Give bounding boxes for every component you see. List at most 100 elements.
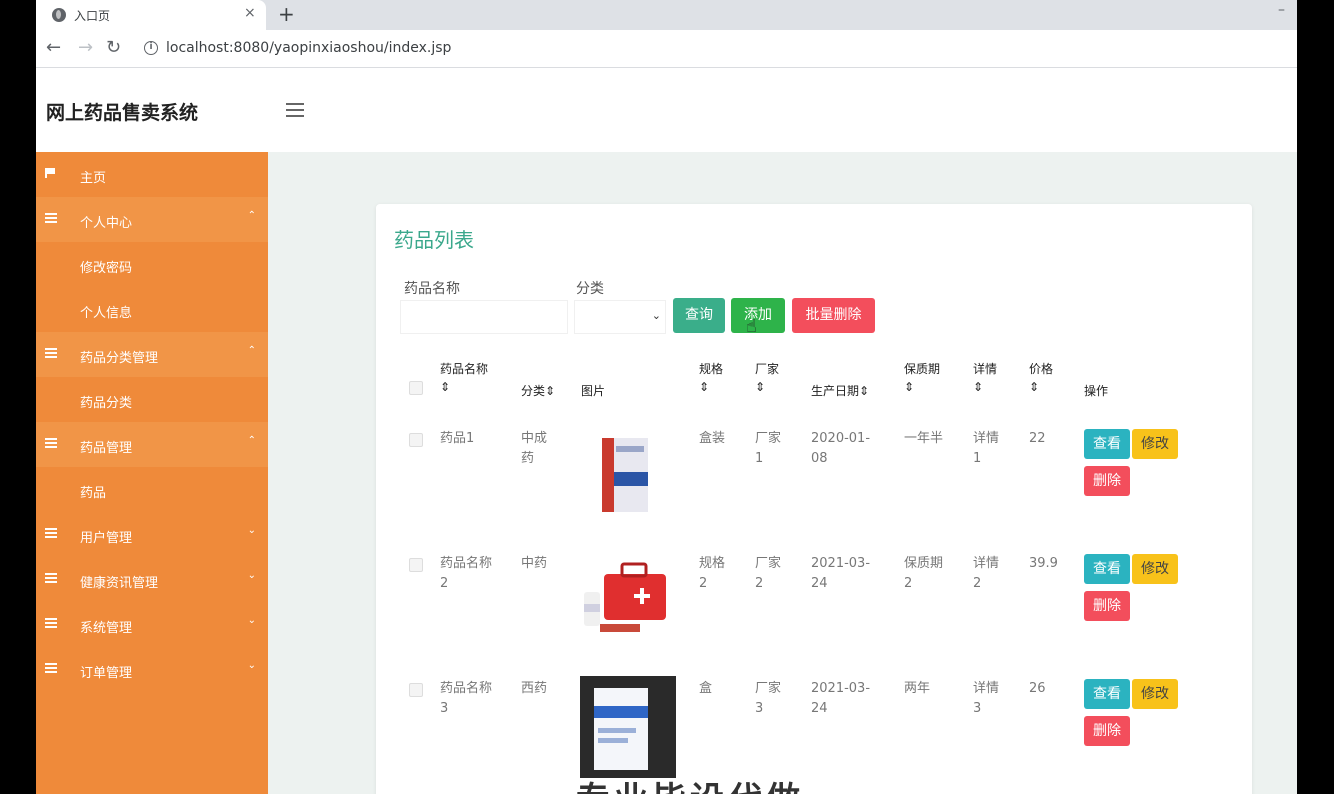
sidebar-item-home[interactable]: 主页 <box>36 152 268 197</box>
back-icon[interactable]: ← <box>46 37 61 58</box>
cell-spec: 盒装 <box>699 431 726 446</box>
sidebar-item-label: 药品管理 <box>80 441 133 456</box>
sidebar-item-label: 健康资讯管理 <box>80 576 159 591</box>
tab-bar: 入口页 × + – <box>36 0 1297 30</box>
first-aid-kit-image <box>584 562 666 632</box>
address-bar: ← → ↻ i localhost:8080/yaopinxiaoshou/in… <box>36 30 1297 68</box>
header-label: 药品名称 <box>440 362 489 376</box>
sidebar-item-label: 主页 <box>80 171 107 186</box>
category-select[interactable]: ⌄ <box>574 300 666 334</box>
name-filter-label: 药品名称 <box>404 281 460 297</box>
menu-toggle-icon[interactable] <box>286 103 304 117</box>
sort-icon: ⇕ <box>973 380 984 394</box>
sidebar-item-medicine[interactable]: 药品 <box>36 467 268 512</box>
header-label: 生产日期 <box>811 384 860 398</box>
sort-icon: ⇕ <box>904 380 915 394</box>
cell-detail: 详情1 <box>973 431 1000 466</box>
watermark-text: 专业毕设代做 <box>576 772 804 794</box>
cell-date: 2021-03-24 <box>811 556 871 591</box>
row-checkbox[interactable] <box>409 558 423 572</box>
list-icon <box>45 573 57 583</box>
pointer-cursor-icon: ☝ <box>746 316 757 337</box>
cell-name: 药品1 <box>440 431 475 446</box>
forward-icon[interactable]: → <box>78 37 93 58</box>
medicine-list-card: 药品列表 药品名称 分类 ⌄ 查询 添加 批量删除 ☝ 药品名称 ⇕ 分类⇕ 图片… <box>376 204 1252 794</box>
delete-button[interactable]: 删除 <box>1084 466 1130 496</box>
column-header-image: 图片 <box>581 384 606 398</box>
cell-shelf: 一年半 <box>904 431 944 446</box>
column-header-price[interactable]: 价格 ⇕ <box>1029 360 1053 396</box>
column-header-spec[interactable]: 规格 ⇕ <box>699 360 723 396</box>
edit-button[interactable]: 修改 <box>1132 429 1178 459</box>
cell-category: 西药 <box>521 681 548 696</box>
cell-price: 22 <box>1029 431 1046 446</box>
query-button[interactable]: 查询 <box>673 298 725 333</box>
url-field[interactable]: localhost:8080/yaopinxiaoshou/index.jsp <box>166 40 451 56</box>
chevron-up-icon: ⌃ <box>247 345 256 356</box>
column-header-name[interactable]: 药品名称 ⇕ <box>440 360 488 396</box>
cell-maker: 厂家1 <box>755 431 782 466</box>
site-info-icon[interactable]: i <box>144 41 158 55</box>
view-button[interactable]: 查看 <box>1084 554 1130 584</box>
sidebar-item-label: 个人中心 <box>80 216 133 231</box>
list-icon <box>45 213 57 223</box>
delete-button[interactable]: 删除 <box>1084 591 1130 621</box>
app-header: 网上药品售卖系统 <box>36 68 1297 152</box>
sidebar-item-change-password[interactable]: 修改密码 <box>36 242 268 287</box>
cell-shelf: 两年 <box>904 681 931 696</box>
sidebar-item-label: 用户管理 <box>80 531 133 546</box>
reload-icon[interactable]: ↻ <box>106 37 121 58</box>
medicine-box-image <box>602 438 648 512</box>
chevron-down-icon: ⌄ <box>247 660 256 671</box>
sidebar-item-user-management[interactable]: 用户管理 ⌄ <box>36 512 268 557</box>
sidebar-item-label: 个人信息 <box>80 306 133 321</box>
sidebar-item-category-management[interactable]: 药品分类管理 ⌃ <box>36 332 268 377</box>
header-label: 厂家 <box>755 362 780 376</box>
cell-price: 26 <box>1029 681 1046 696</box>
sidebar-item-personal-center[interactable]: 个人中心 ⌃ <box>36 197 268 242</box>
view-button[interactable]: 查看 <box>1084 429 1130 459</box>
edit-button[interactable]: 修改 <box>1132 679 1178 709</box>
column-header-detail[interactable]: 详情 ⇕ <box>973 360 997 396</box>
column-header-ops: 操作 <box>1084 384 1109 398</box>
column-header-shelf[interactable]: 保质期 ⇕ <box>904 360 940 396</box>
delete-button[interactable]: 删除 <box>1084 716 1130 746</box>
minimize-icon[interactable]: – <box>1278 2 1285 18</box>
new-tab-icon[interactable]: + <box>278 2 295 26</box>
sort-icon: ⇕ <box>1029 380 1040 394</box>
globe-icon <box>52 8 66 22</box>
sidebar-item-order-management[interactable]: 订单管理 ⌄ <box>36 647 268 692</box>
sidebar-item-medicine-management[interactable]: 药品管理 ⌃ <box>36 422 268 467</box>
browser-window: 入口页 × + – ← → ↻ i localhost:8080/yaopinx… <box>36 0 1297 794</box>
chevron-up-icon: ⌃ <box>247 210 256 221</box>
sidebar-item-category[interactable]: 药品分类 <box>36 377 268 422</box>
select-all-checkbox[interactable] <box>409 381 423 395</box>
batch-delete-button[interactable]: 批量删除 <box>792 298 875 333</box>
cell-detail: 详情2 <box>973 556 1000 591</box>
cell-name: 药品名称2 <box>440 556 493 591</box>
name-filter-input[interactable] <box>400 300 568 334</box>
view-button[interactable]: 查看 <box>1084 679 1130 709</box>
column-header-date[interactable]: 生产日期⇕ <box>811 382 869 400</box>
cell-name: 药品名称3 <box>440 681 493 716</box>
browser-tab[interactable]: 入口页 × <box>36 0 266 30</box>
header-label: 价格 <box>1029 362 1054 376</box>
sidebar-item-profile[interactable]: 个人信息 <box>36 287 268 332</box>
cell-shelf: 保质期2 <box>904 556 944 591</box>
cell-category: 中成药 <box>521 431 548 466</box>
cell-category: 中药 <box>521 556 548 571</box>
cell-spec: 规格2 <box>699 556 726 591</box>
column-header-maker[interactable]: 厂家 ⇕ <box>755 360 779 396</box>
column-header-category[interactable]: 分类⇕ <box>521 382 555 400</box>
cell-maker: 厂家2 <box>755 556 782 591</box>
brand-title: 网上药品售卖系统 <box>46 102 199 124</box>
sidebar-item-system-management[interactable]: 系统管理 ⌄ <box>36 602 268 647</box>
row-checkbox[interactable] <box>409 683 423 697</box>
sidebar-item-health-news[interactable]: 健康资讯管理 ⌄ <box>36 557 268 602</box>
tab-title: 入口页 <box>74 9 111 23</box>
cell-date: 2020-01-08 <box>811 431 871 466</box>
row-checkbox[interactable] <box>409 433 423 447</box>
edit-button[interactable]: 修改 <box>1132 554 1178 584</box>
add-button[interactable]: 添加 <box>731 298 785 333</box>
tab-close-icon[interactable]: × <box>244 5 256 21</box>
